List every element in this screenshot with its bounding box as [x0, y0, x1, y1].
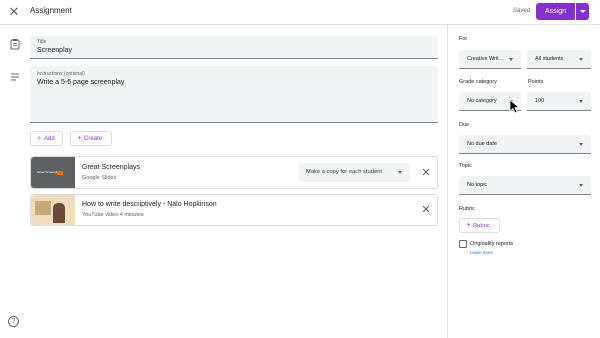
attachment-name[interactable]: Great Screenplays [82, 164, 140, 171]
students-value: All students [535, 56, 564, 62]
remove-attachment-icon[interactable]: ✕ [420, 167, 432, 179]
points-value: 100 [535, 98, 545, 104]
dropdown-arrow-icon [579, 184, 583, 187]
assignment-editor: ✕ Assignment Saved Assign ? Title Screen… [0, 0, 600, 338]
dropdown-arrow-icon [579, 58, 583, 61]
plus-icon: + [466, 222, 471, 229]
attachment-name[interactable]: How to write descriptively - Nalo Hopkin… [82, 201, 217, 208]
attachment-slides[interactable]: Great Screenplays Great Screenplays Goog… [30, 156, 438, 189]
students-dropdown[interactable]: All students [527, 50, 591, 69]
instructions-label: Instructions (optional) [37, 71, 85, 77]
dropdown-arrow-icon [579, 100, 583, 103]
add-button[interactable]: ⌕ Add [30, 131, 63, 146]
instructions-icon [11, 73, 19, 81]
title-field[interactable]: Title Screenplay [30, 36, 438, 59]
learn-more-link[interactable]: Learn more [470, 250, 493, 255]
assign-button[interactable]: Assign [536, 3, 575, 20]
topic-label: Topic [459, 163, 472, 169]
create-button[interactable]: + Create [70, 131, 112, 146]
sharing-dropdown[interactable]: Make a copy for each student [299, 163, 410, 182]
slides-thumbnail[interactable]: Great Screenplays [31, 157, 75, 188]
title-label: Title [37, 39, 47, 45]
due-label: Due [459, 122, 470, 128]
settings-panel: For Creative Writ... All students Grade … [447, 25, 600, 338]
topic-value: No topic [467, 182, 488, 188]
rubric-label: Rubric [459, 206, 475, 212]
attachment-video[interactable]: How to write descriptively - Nalo Hopkin… [30, 194, 438, 226]
sharing-value: Make a copy for each student [306, 169, 383, 175]
thumbnail-shape [35, 201, 51, 215]
thumbnail-accent [57, 171, 63, 175]
dropdown-arrow-icon [509, 58, 513, 61]
add-rubric-button[interactable]: + Rubric [459, 218, 500, 233]
topic-dropdown[interactable]: No topic [459, 176, 591, 195]
thumbnail-person [53, 203, 65, 223]
dropdown-arrow-icon [579, 143, 583, 146]
assignment-icon [10, 39, 20, 50]
add-label: Add [44, 136, 55, 142]
remove-attachment-icon[interactable]: ✕ [420, 204, 432, 216]
for-label: For [459, 36, 468, 42]
instructions-value: Write a 5-6 page screenplay [37, 79, 125, 86]
plus-icon: + [77, 135, 82, 142]
points-label: Points [528, 79, 544, 85]
attachment-type: Google Slides [82, 175, 117, 181]
due-dropdown[interactable]: No due date [459, 135, 591, 154]
points-dropdown[interactable]: 100 [527, 92, 591, 111]
assign-dropdown-button[interactable] [576, 3, 589, 20]
originality-label: Originality reports [470, 241, 514, 247]
saved-status: Saved [513, 8, 531, 14]
rubric-button-label: Rubric [473, 223, 490, 229]
page-title: Assignment [30, 6, 72, 15]
attachment-type: YouTube video 4 minutes [82, 212, 144, 218]
mouse-cursor-icon [509, 99, 521, 114]
due-value: No due date [467, 141, 497, 147]
class-value: Creative Writ... [467, 56, 504, 62]
instructions-field[interactable]: Instructions (optional) Write a 5-6 page… [30, 66, 438, 123]
originality-checkbox[interactable] [459, 240, 467, 248]
dropdown-arrow-icon [398, 171, 402, 174]
video-thumbnail[interactable] [31, 195, 75, 225]
top-bar: ✕ Assignment Saved Assign [0, 0, 600, 25]
help-icon[interactable]: ? [8, 316, 19, 327]
create-label: Create [84, 136, 103, 142]
grade-category-value: No category [467, 98, 497, 104]
title-value: Screenplay [37, 47, 73, 54]
paperclip-icon: ⌕ [37, 135, 42, 142]
grade-category-label: Grade category [459, 79, 497, 85]
class-dropdown[interactable]: Creative Writ... [459, 50, 521, 69]
close-icon[interactable]: ✕ [6, 4, 22, 20]
